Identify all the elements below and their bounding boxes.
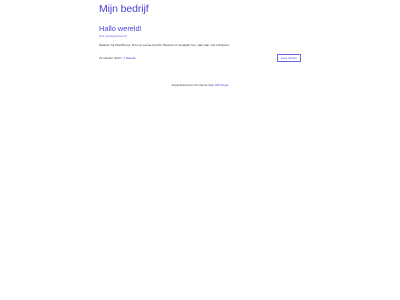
footer-credit-text: Royal Elementor Kit thema door <box>171 83 215 87</box>
post: Hallo wereld! Niet gecategoriseerd Welko… <box>99 24 301 62</box>
read-more-button[interactable]: Lees Verder <box>276 54 301 62</box>
site-title[interactable]: Mijn bedrijf <box>99 3 149 15</box>
post-category-link[interactable]: Niet gecategoriseerd <box>99 34 301 38</box>
footer-theme-link[interactable]: WP Royal <box>215 83 228 87</box>
site-footer: Royal Elementor Kit thema door WP Royal <box>0 83 400 87</box>
post-meta-line: 23 oktober 2023 / 1 Reactie <box>99 56 136 60</box>
post-date: 23 oktober 2023 <box>99 55 121 60</box>
post-excerpt: Welkom bij WordPress. Dit is je eerste b… <box>99 43 230 47</box>
post-title[interactable]: Hallo wereld! <box>99 24 301 33</box>
comments-link[interactable]: 1 Reactie <box>123 56 136 60</box>
post-meta: 23 oktober 2023 / 1 Reactie Lees Verder <box>99 54 301 62</box>
